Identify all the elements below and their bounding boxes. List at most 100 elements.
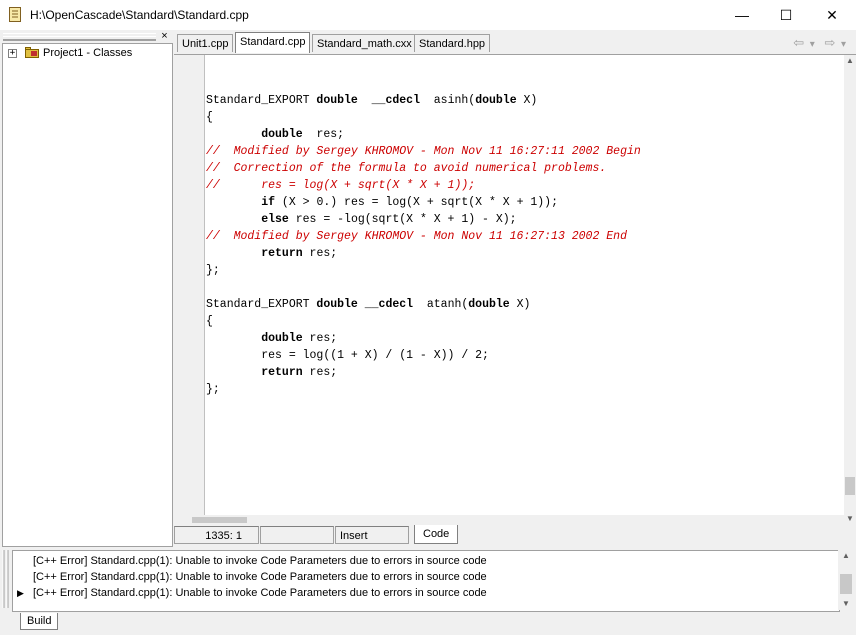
code-text: res; <box>302 366 338 379</box>
code-line[interactable]: Standard_EXPORT double __cdecl asinh(dou… <box>206 92 836 109</box>
code-text: Standard_EXPORT <box>206 94 317 107</box>
class-tree: + Project1 - Classes <box>2 43 173 547</box>
minimize-button[interactable]: — <box>719 0 765 30</box>
scroll-thumb[interactable] <box>840 574 852 594</box>
cursor-position: 1335: 1 <box>174 526 259 544</box>
code-text: Standard_EXPORT <box>206 298 317 311</box>
scroll-up-icon[interactable]: ▲ <box>838 550 854 562</box>
horizontal-scroll-thumb[interactable] <box>192 517 247 523</box>
tree-item-project[interactable]: Project1 - Classes <box>43 47 132 59</box>
tab-standard-cpp[interactable]: Standard.cpp <box>235 32 311 53</box>
back-arrow-icon[interactable]: ⇦ <box>793 35 804 50</box>
code-keyword: if <box>261 196 276 209</box>
pane-grip-line <box>3 36 156 40</box>
code-line[interactable]: // Modified by Sergey KHROMOV - Mon Nov … <box>206 228 836 245</box>
code-line[interactable]: return res; <box>206 245 836 262</box>
code-keyword: double <box>261 128 303 141</box>
code-line[interactable]: // res = log(X + sqrt(X * X + 1)); <box>206 177 836 194</box>
code-line[interactable]: return res; <box>206 364 836 381</box>
status-bar: 1335: 1 Insert Code <box>174 524 856 546</box>
window-title: H:\OpenCascade\Standard\Standard.cpp <box>30 8 249 22</box>
code-keyword: return <box>261 247 303 260</box>
code-text: { <box>206 111 213 124</box>
tab-code-view[interactable]: Code <box>414 525 459 544</box>
code-keyword: double <box>468 298 510 311</box>
code-text: (X > 0.) res = log(X + sqrt(X * X + 1)); <box>275 196 558 209</box>
message-item[interactable]: [C++ Error] Standard.cpp(1): Unable to i… <box>33 555 487 567</box>
code-comment: // Modified by Sergey KHROMOV - Mon Nov … <box>206 230 627 243</box>
editor-horizontal-scrollbar[interactable] <box>174 515 844 524</box>
code-text: X) <box>516 94 538 107</box>
editor-gutter[interactable] <box>174 55 205 525</box>
navigation-arrows: ⇦ ▾ ⇨ ▾ <box>793 35 846 51</box>
code-line[interactable]: if (X > 0.) res = log(X + sqrt(X * X + 1… <box>206 194 836 211</box>
tree-expand-icon[interactable]: + <box>8 49 17 58</box>
insert-mode: Insert <box>335 526 409 544</box>
message-item[interactable]: [C++ Error] Standard.cpp(1): Unable to i… <box>33 571 487 583</box>
message-item-selected[interactable]: [C++ Error] Standard.cpp(1): Unable to i… <box>33 587 487 599</box>
code-line[interactable]: double res; <box>206 330 836 347</box>
code-line[interactable]: res = log((1 + X) / (1 - X)) / 2; <box>206 347 836 364</box>
code-text: { <box>206 315 213 328</box>
class-explorer-pane: × + Project1 - Classes <box>0 30 173 547</box>
code-line[interactable]: else res = -log(sqrt(X * X + 1) - X); <box>206 211 836 228</box>
close-button[interactable]: ✕ <box>809 0 855 30</box>
forward-dropdown-icon[interactable]: ▾ <box>841 39 846 50</box>
code-line[interactable]: double res; <box>206 126 836 143</box>
message-list: [C++ Error] Standard.cpp(1): Unable to i… <box>12 550 840 612</box>
tab-build[interactable]: Build <box>20 613 59 630</box>
code-line[interactable] <box>206 279 836 296</box>
code-line[interactable]: { <box>206 313 836 330</box>
tab-standard-math-cxx[interactable]: Standard_math.cxx <box>312 34 417 52</box>
code-line[interactable]: }; <box>206 262 836 279</box>
pane-close-icon[interactable]: × <box>159 31 170 42</box>
code-text: }; <box>206 264 220 277</box>
code-line[interactable]: // Modified by Sergey KHROMOV - Mon Nov … <box>206 143 836 160</box>
code-keyword: double <box>261 332 303 345</box>
tab-unit1-cpp[interactable]: Unit1.cpp <box>177 34 234 52</box>
code-text: asinh( <box>419 94 476 107</box>
code-keyword: __cdecl <box>364 298 414 311</box>
scroll-thumb[interactable] <box>845 477 855 495</box>
code-editor[interactable]: Standard_EXPORT double __cdecl asinh(dou… <box>174 54 856 525</box>
code-keyword: else <box>261 213 289 226</box>
code-line[interactable]: // Correction of the formula to avoid nu… <box>206 160 836 177</box>
code-line[interactable]: Standard_EXPORT double __cdecl atanh(dou… <box>206 296 836 313</box>
pane-grip-icon[interactable] <box>0 548 12 610</box>
code-comment: // res = log(X + sqrt(X * X + 1)); <box>206 179 476 192</box>
message-pane: [C++ Error] Standard.cpp(1): Unable to i… <box>0 547 856 635</box>
selected-arrow-icon: ▶ <box>17 588 24 598</box>
editor-tabs: Unit1.cpp Standard.cpp Standard_math.cxx… <box>174 30 856 54</box>
scroll-down-icon[interactable]: ▼ <box>838 598 854 610</box>
back-dropdown-icon[interactable]: ▾ <box>810 39 815 50</box>
maximize-button[interactable]: ☐ <box>763 0 809 30</box>
forward-arrow-icon[interactable]: ⇨ <box>824 35 835 50</box>
editor-vertical-scrollbar[interactable]: ▲ ▼ <box>844 55 856 525</box>
code-line[interactable] <box>206 75 836 92</box>
tab-standard-hpp[interactable]: Standard.hpp <box>414 34 491 52</box>
scroll-up-icon[interactable]: ▲ <box>844 55 856 67</box>
code-text: res; <box>302 332 338 345</box>
code-text: res; <box>302 128 345 141</box>
document-icon <box>9 7 21 22</box>
code-line[interactable]: }; <box>206 381 836 398</box>
code-text: X) <box>509 298 531 311</box>
code-comment: // Modified by Sergey KHROMOV - Mon Nov … <box>206 145 641 158</box>
code-keyword: double <box>475 94 517 107</box>
message-vertical-scrollbar[interactable]: ▲ ▼ <box>838 550 854 610</box>
code-text: }; <box>206 383 220 396</box>
code-keyword: double <box>316 94 358 107</box>
code-text: res = -log(sqrt(X * X + 1) - X); <box>288 213 517 226</box>
code-line[interactable]: { <box>206 109 836 126</box>
project-folder-icon <box>25 47 39 58</box>
source-code[interactable]: Standard_EXPORT double __cdecl asinh(dou… <box>206 75 836 398</box>
code-comment: // Correction of the formula to avoid nu… <box>206 162 607 175</box>
code-text: res; <box>302 247 338 260</box>
code-text: res = log((1 + X) / (1 - X)) / 2; <box>206 349 489 362</box>
